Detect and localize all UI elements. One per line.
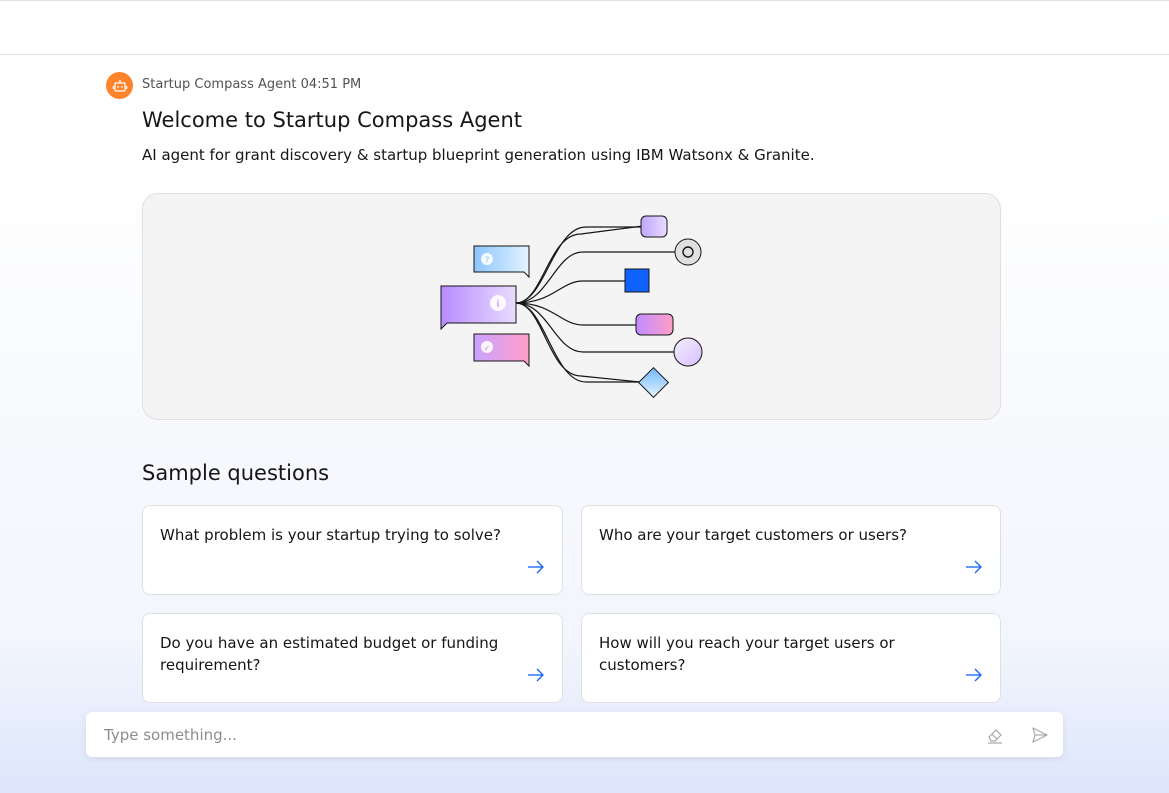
sample-question-text: What problem is your startup trying to s… xyxy=(160,526,501,544)
welcome-title: Welcome to Startup Compass Agent xyxy=(142,108,522,132)
agent-avatar xyxy=(106,72,133,99)
sample-question-text: Do you have an estimated budget or fundi… xyxy=(160,634,499,674)
eraser-icon[interactable] xyxy=(985,725,1005,745)
sample-question-text: How will you reach your target users or … xyxy=(599,634,895,674)
welcome-subtitle: AI agent for grant discovery & startup b… xyxy=(142,146,815,164)
svg-text:✓: ✓ xyxy=(484,344,491,353)
sender-name: Startup Compass Agent xyxy=(142,77,297,92)
chat-input-bar xyxy=(86,712,1063,757)
sample-questions-heading: Sample questions xyxy=(142,461,330,485)
message-meta: Startup Compass Agent 04:51 PM xyxy=(142,76,361,94)
sample-question-card[interactable]: Do you have an estimated budget or fundi… xyxy=(142,613,563,703)
top-bar xyxy=(0,0,1169,55)
arrow-right-icon xyxy=(966,668,982,682)
arrow-right-icon xyxy=(966,560,982,574)
sample-question-text: Who are your target customers or users? xyxy=(599,526,908,544)
message-time: 04:51 PM xyxy=(300,77,362,92)
send-icon[interactable] xyxy=(1030,725,1050,745)
chat-input[interactable] xyxy=(86,712,966,757)
arrow-right-icon xyxy=(528,560,544,574)
sample-question-card[interactable]: Who are your target customers or users? xyxy=(581,505,1001,595)
svg-text:?: ? xyxy=(485,256,490,266)
hero-illustration: ? i ✓ xyxy=(142,193,1001,420)
sample-question-card[interactable]: How will you reach your target users or … xyxy=(581,613,1001,703)
sample-question-card[interactable]: What problem is your startup trying to s… xyxy=(142,505,563,595)
robot-icon xyxy=(112,79,127,92)
branching-diagram-icon: ? i ✓ xyxy=(440,215,703,399)
svg-text:i: i xyxy=(497,299,500,310)
arrow-right-icon xyxy=(528,668,544,682)
